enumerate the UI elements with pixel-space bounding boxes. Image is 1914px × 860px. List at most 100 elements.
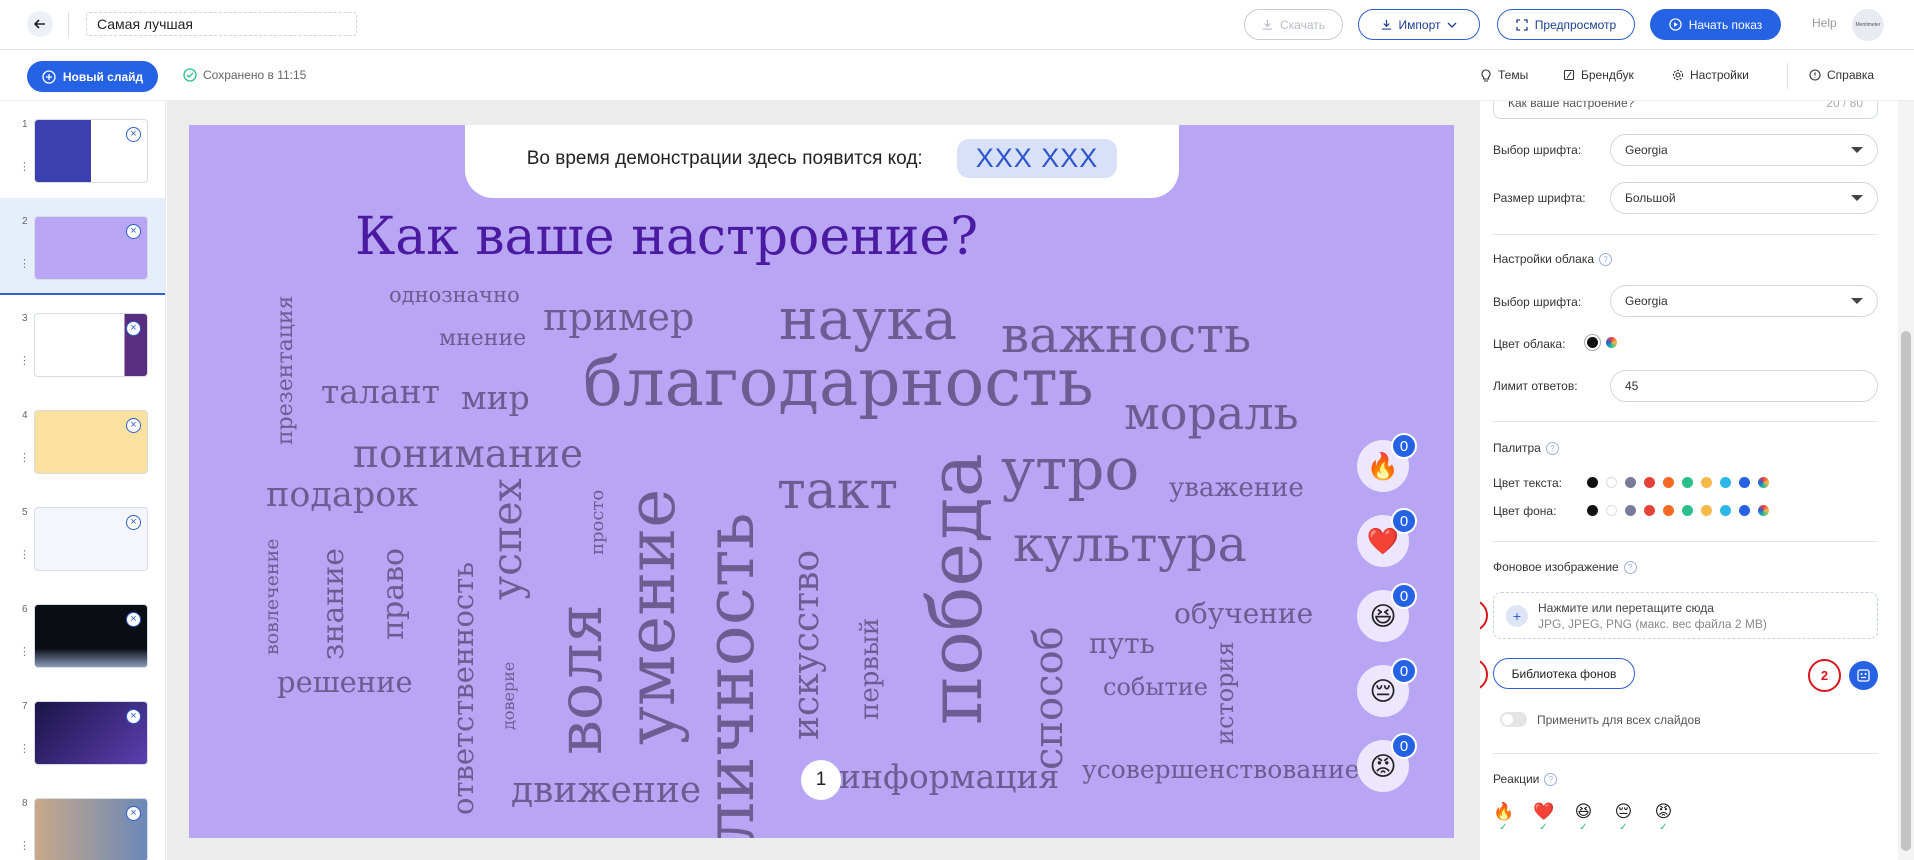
cloud-word: талант xyxy=(321,372,440,411)
slide-number: 3 xyxy=(22,313,28,324)
question-input[interactable]: Как ваше настроение? 20 / 80 xyxy=(1493,101,1878,119)
question-title[interactable]: Как ваше настроение? xyxy=(355,207,978,267)
delete-slide-icon[interactable]: × xyxy=(126,612,141,627)
color-swatch[interactable] xyxy=(1720,477,1731,488)
apply-all-toggle[interactable] xyxy=(1500,712,1527,727)
check-icon: ✓ xyxy=(1579,822,1588,833)
response-limit-value: 45 xyxy=(1625,379,1639,393)
drag-handle-icon[interactable]: ⋮ xyxy=(19,162,30,173)
start-show-button[interactable]: Начать показ xyxy=(1650,9,1781,40)
color-swatch[interactable] xyxy=(1625,477,1636,488)
help-link[interactable]: Help xyxy=(1812,16,1837,30)
slide-thumbnail[interactable]: 4 × xyxy=(0,392,165,489)
response-limit-input[interactable]: 45 xyxy=(1610,370,1878,402)
slide-thumbnail-active[interactable]: 2 × xyxy=(0,198,165,295)
font-size-select[interactable]: Большой xyxy=(1610,182,1878,214)
delete-slide-icon[interactable]: × xyxy=(126,224,141,239)
brandbook-button[interactable]: Брендбук xyxy=(1563,68,1634,82)
download-button[interactable]: Скачать xyxy=(1244,9,1343,40)
delete-slide-icon[interactable]: × xyxy=(126,127,141,142)
drag-handle-icon[interactable]: ⋮ xyxy=(19,841,30,852)
presentation-title-input[interactable]: Самая лучшая xyxy=(86,12,357,36)
join-code-value: XXX XXX xyxy=(956,139,1118,178)
color-swatch[interactable] xyxy=(1606,477,1617,488)
font-select[interactable]: Georgia xyxy=(1610,134,1878,166)
multicolor-swatch[interactable] xyxy=(1606,337,1617,348)
color-swatch[interactable] xyxy=(1625,505,1636,516)
delete-slide-icon[interactable]: × xyxy=(126,321,141,336)
ai-background-button[interactable] xyxy=(1849,661,1878,690)
multicolor-swatch[interactable] xyxy=(1758,477,1769,488)
multicolor-swatch[interactable] xyxy=(1758,505,1769,516)
font-size-label: Размер шрифта: xyxy=(1493,191,1586,205)
cloud-word: информация xyxy=(839,757,1060,796)
slide-canvas[interactable]: Во время демонстрации здесь появится код… xyxy=(189,125,1454,838)
bg-image-dropzone[interactable]: + Нажмите или перетащите сюда JPG, JPEG,… xyxy=(1493,592,1878,639)
fire-reaction-toggle[interactable]: 🔥 ✓ xyxy=(1493,802,1514,834)
color-swatch[interactable] xyxy=(1739,477,1750,488)
laugh-reaction-toggle[interactable]: 😆 ✓ xyxy=(1573,802,1594,834)
new-slide-button[interactable]: Новый слайд xyxy=(27,61,158,92)
editor-toolbar: Новый слайд Сохранено в 11:15 Темы Бренд… xyxy=(0,51,1914,101)
lightbulb-icon xyxy=(1481,68,1491,82)
color-swatch[interactable] xyxy=(1720,505,1731,516)
color-swatch[interactable] xyxy=(1682,505,1693,516)
delete-slide-icon[interactable]: × xyxy=(126,418,141,433)
drag-handle-icon[interactable]: ⋮ xyxy=(19,356,30,367)
settings-button[interactable]: Настройки xyxy=(1672,68,1749,82)
angry-icon: 😡 xyxy=(1369,750,1397,781)
heart-icon: ❤️ xyxy=(1533,802,1555,821)
reference-button[interactable]: Справка xyxy=(1809,68,1874,82)
back-button[interactable] xyxy=(27,11,53,37)
color-swatch[interactable] xyxy=(1587,505,1598,516)
slide-thumbnail[interactable]: 5 × xyxy=(0,489,165,586)
color-swatch[interactable] xyxy=(1644,477,1655,488)
slide-thumbnail[interactable]: 3 × xyxy=(0,295,165,392)
import-button[interactable]: Импорт xyxy=(1358,9,1480,40)
reaction-count: 0 xyxy=(1391,583,1417,609)
angry-icon: 😡 xyxy=(1654,802,1673,821)
avatar[interactable]: Mentimeter xyxy=(1852,9,1884,41)
delete-slide-icon[interactable]: × xyxy=(126,709,141,724)
color-swatch[interactable] xyxy=(1587,477,1598,488)
join-code-box: Во время демонстрации здесь появится код… xyxy=(465,125,1179,198)
help-icon[interactable]: ? xyxy=(1544,772,1558,786)
settings-scrollbar[interactable] xyxy=(1898,101,1914,860)
sad-reaction-toggle[interactable]: 😔 ✓ xyxy=(1613,802,1634,834)
themes-button[interactable]: Темы xyxy=(1480,68,1528,82)
color-swatch[interactable] xyxy=(1663,505,1674,516)
color-swatch[interactable] xyxy=(1644,505,1655,516)
color-swatch[interactable] xyxy=(1682,477,1693,488)
drag-handle-icon[interactable]: ⋮ xyxy=(19,259,30,270)
delete-slide-icon[interactable]: × xyxy=(126,806,141,821)
help-icon[interactable]: ? xyxy=(1599,252,1613,266)
color-swatch[interactable] xyxy=(1701,477,1712,488)
scrollbar-thumb[interactable] xyxy=(1901,331,1911,851)
help-icon[interactable]: ? xyxy=(1545,441,1559,455)
cloud-word: первый xyxy=(855,617,885,720)
font-label: Выбор шрифта: xyxy=(1493,143,1582,157)
drag-handle-icon[interactable]: ⋮ xyxy=(19,550,30,561)
drag-handle-icon[interactable]: ⋮ xyxy=(19,453,30,464)
help-icon[interactable]: ? xyxy=(1623,560,1637,574)
color-swatch[interactable] xyxy=(1701,505,1712,516)
color-swatch[interactable] xyxy=(1663,477,1674,488)
slide-thumbnail[interactable]: 6 × xyxy=(0,586,165,683)
slide-thumbnail[interactable]: 1 × xyxy=(0,101,165,198)
participants-count-badge: 1 xyxy=(801,760,841,800)
color-swatch-selected[interactable] xyxy=(1587,337,1598,348)
cloud-font-select[interactable]: Georgia xyxy=(1610,285,1878,317)
color-swatch[interactable] xyxy=(1606,505,1617,516)
drag-handle-icon[interactable]: ⋮ xyxy=(19,744,30,755)
cloud-word: благодарность xyxy=(583,344,1094,421)
color-swatch[interactable] xyxy=(1739,505,1750,516)
font-size-select-value: Большой xyxy=(1625,191,1676,205)
background-library-button[interactable]: Библиотека фонов xyxy=(1493,658,1635,689)
delete-slide-icon[interactable]: × xyxy=(126,515,141,530)
slide-thumbnail[interactable]: 7 × xyxy=(0,683,165,780)
angry-reaction-toggle[interactable]: 😡 ✓ xyxy=(1653,802,1674,834)
preview-button[interactable]: Предпросмотр xyxy=(1497,9,1635,40)
heart-reaction-toggle[interactable]: ❤️ ✓ xyxy=(1533,802,1554,834)
cloud-word: утро xyxy=(1001,435,1140,503)
drag-handle-icon[interactable]: ⋮ xyxy=(19,647,30,658)
